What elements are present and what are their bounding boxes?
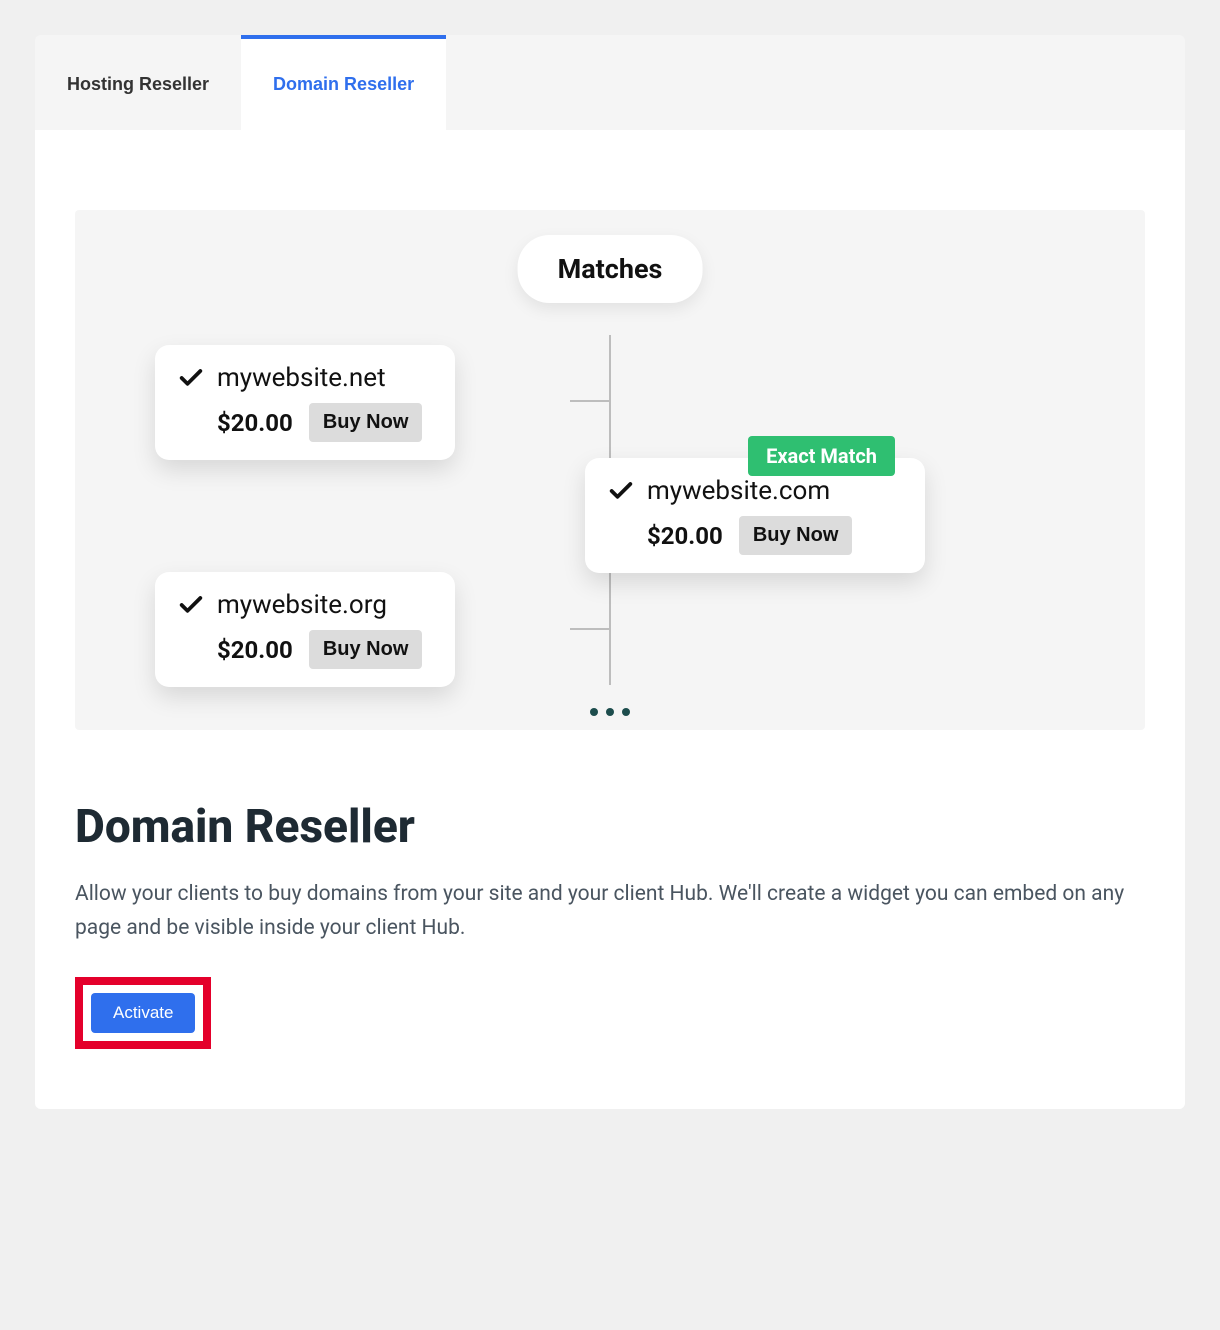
domain-price: $20.00: [217, 636, 293, 664]
diagram-connector: [570, 400, 610, 402]
buy-now-button[interactable]: Buy Now: [309, 403, 423, 442]
exact-match-badge: Exact Match: [748, 436, 895, 476]
domain-name: mywebsite.org: [217, 590, 387, 620]
domain-price: $20.00: [217, 409, 293, 437]
tab-content: Matches mywebsite.net $20.00 Buy Now: [35, 130, 1185, 1109]
section-title: Domain Reseller: [75, 800, 1145, 854]
reseller-panel: Hosting Reseller Domain Reseller Matches…: [35, 35, 1185, 1109]
activate-button[interactable]: Activate: [91, 993, 195, 1033]
domain-card-exact: Exact Match mywebsite.com $20.00 Buy Now: [585, 458, 925, 573]
dot-icon[interactable]: [606, 708, 614, 716]
tabs: Hosting Reseller Domain Reseller: [35, 35, 1185, 130]
diagram-connector: [570, 628, 610, 630]
domain-name: mywebsite.com: [647, 476, 830, 506]
dot-icon[interactable]: [622, 708, 630, 716]
tab-domain-reseller[interactable]: Domain Reseller: [241, 35, 446, 130]
domain-card: mywebsite.org $20.00 Buy Now: [155, 572, 455, 687]
domain-diagram: Matches mywebsite.net $20.00 Buy Now: [75, 210, 1145, 730]
matches-label: Matches: [518, 235, 703, 303]
section-description: Allow your clients to buy domains from y…: [75, 878, 1145, 945]
tab-hosting-reseller[interactable]: Hosting Reseller: [35, 35, 241, 130]
domain-name: mywebsite.net: [217, 363, 386, 393]
domain-price: $20.00: [647, 522, 723, 550]
dot-icon[interactable]: [590, 708, 598, 716]
buy-now-button[interactable]: Buy Now: [309, 630, 423, 669]
check-icon: [177, 364, 205, 392]
buy-now-button[interactable]: Buy Now: [739, 516, 853, 555]
check-icon: [177, 591, 205, 619]
domain-card: mywebsite.net $20.00 Buy Now: [155, 345, 455, 460]
check-icon: [607, 477, 635, 505]
carousel-dots[interactable]: [590, 708, 630, 716]
activate-highlight: Activate: [75, 977, 211, 1049]
